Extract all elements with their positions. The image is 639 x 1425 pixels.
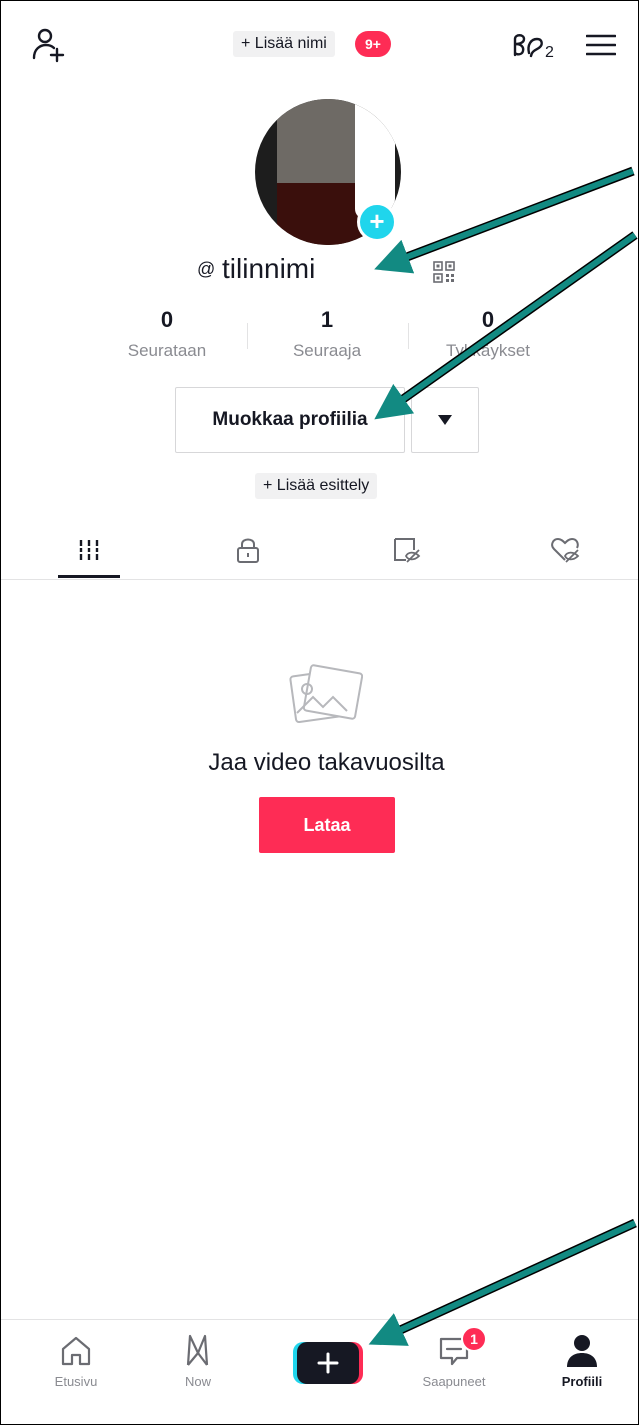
bottom-navigation: Etusivu Now Saapuneet 1 Profiili (1, 1319, 638, 1424)
upload-button[interactable]: Lataa (259, 797, 395, 853)
avatar-image-region (355, 99, 395, 219)
stat-likes[interactable]: 0 Tykkäykset (408, 307, 568, 361)
tab-hidden-posts[interactable] (327, 521, 486, 579)
nav-label: Now (184, 1374, 211, 1389)
add-avatar-icon[interactable]: + (357, 202, 397, 242)
menu-icon[interactable] (583, 27, 619, 63)
more-options-button[interactable] (411, 387, 479, 453)
add-friend-icon[interactable] (29, 25, 69, 65)
top-bar: + Lisää nimi 9+ 2 (1, 1, 638, 91)
home-icon (61, 1336, 91, 1366)
notification-badge: 9+ (355, 31, 391, 57)
create-icon[interactable] (293, 1340, 363, 1386)
nav-now[interactable]: Now (143, 1330, 253, 1389)
nav-home[interactable]: Etusivu (21, 1330, 131, 1389)
add-bio-label: + Lisää esittely (263, 477, 370, 494)
hidden-videos-icon (393, 538, 420, 563)
tab-liked[interactable] (486, 521, 638, 579)
nav-label: Saapuneet (422, 1374, 486, 1389)
qr-code-icon[interactable] (433, 261, 455, 283)
nav-label: Etusivu (54, 1374, 98, 1389)
username-row: @ tilinnimi (1, 249, 638, 293)
stat-value: 0 (481, 307, 495, 332)
empty-state-title: Jaa video takavuosilta (208, 749, 445, 776)
add-name-label: + Lisää nimi (241, 35, 327, 52)
username: tilinnimi (222, 253, 316, 284)
stat-value: 0 (160, 307, 174, 332)
at-sign: @ (197, 259, 216, 279)
tab-videos[interactable] (9, 521, 168, 579)
image-placeholder-icon (289, 664, 363, 724)
tabs-divider (1, 579, 638, 580)
add-bio-button[interactable]: + Lisää esittely (255, 473, 378, 499)
add-name-button[interactable]: + Lisää nimi (233, 31, 335, 57)
stat-label: Tykkäykset (445, 341, 531, 360)
inbox-badge: 1 (461, 1326, 487, 1352)
stat-following[interactable]: 0 Seurataan (87, 307, 247, 361)
edit-profile-button[interactable]: Muokkaa profiilia (175, 387, 405, 453)
caret-down-icon (438, 415, 452, 425)
profile-icon (567, 1335, 597, 1367)
nav-profile[interactable]: Profiili (527, 1330, 637, 1389)
profile-screen: + Lisää nimi 9+ 2 + @ tilinnimi 0 Seurat… (0, 0, 639, 1425)
stat-label: Seuraaja (292, 341, 362, 360)
svg-text:2: 2 (545, 44, 554, 61)
lock-icon (236, 538, 259, 563)
stat-followers[interactable]: 1 Seuraaja (247, 307, 407, 361)
now-icon (186, 1334, 209, 1366)
active-tab-indicator (58, 575, 120, 578)
tab-private[interactable] (168, 521, 327, 579)
grid-icon (77, 540, 100, 560)
creator-tools-icon[interactable]: 2 (507, 27, 571, 63)
hidden-likes-icon (550, 537, 579, 563)
stat-value: 1 (320, 307, 334, 332)
nav-inbox[interactable]: Saapuneet (399, 1330, 509, 1389)
stat-label: Seurataan (127, 341, 207, 360)
nav-label: Profiili (561, 1374, 603, 1389)
